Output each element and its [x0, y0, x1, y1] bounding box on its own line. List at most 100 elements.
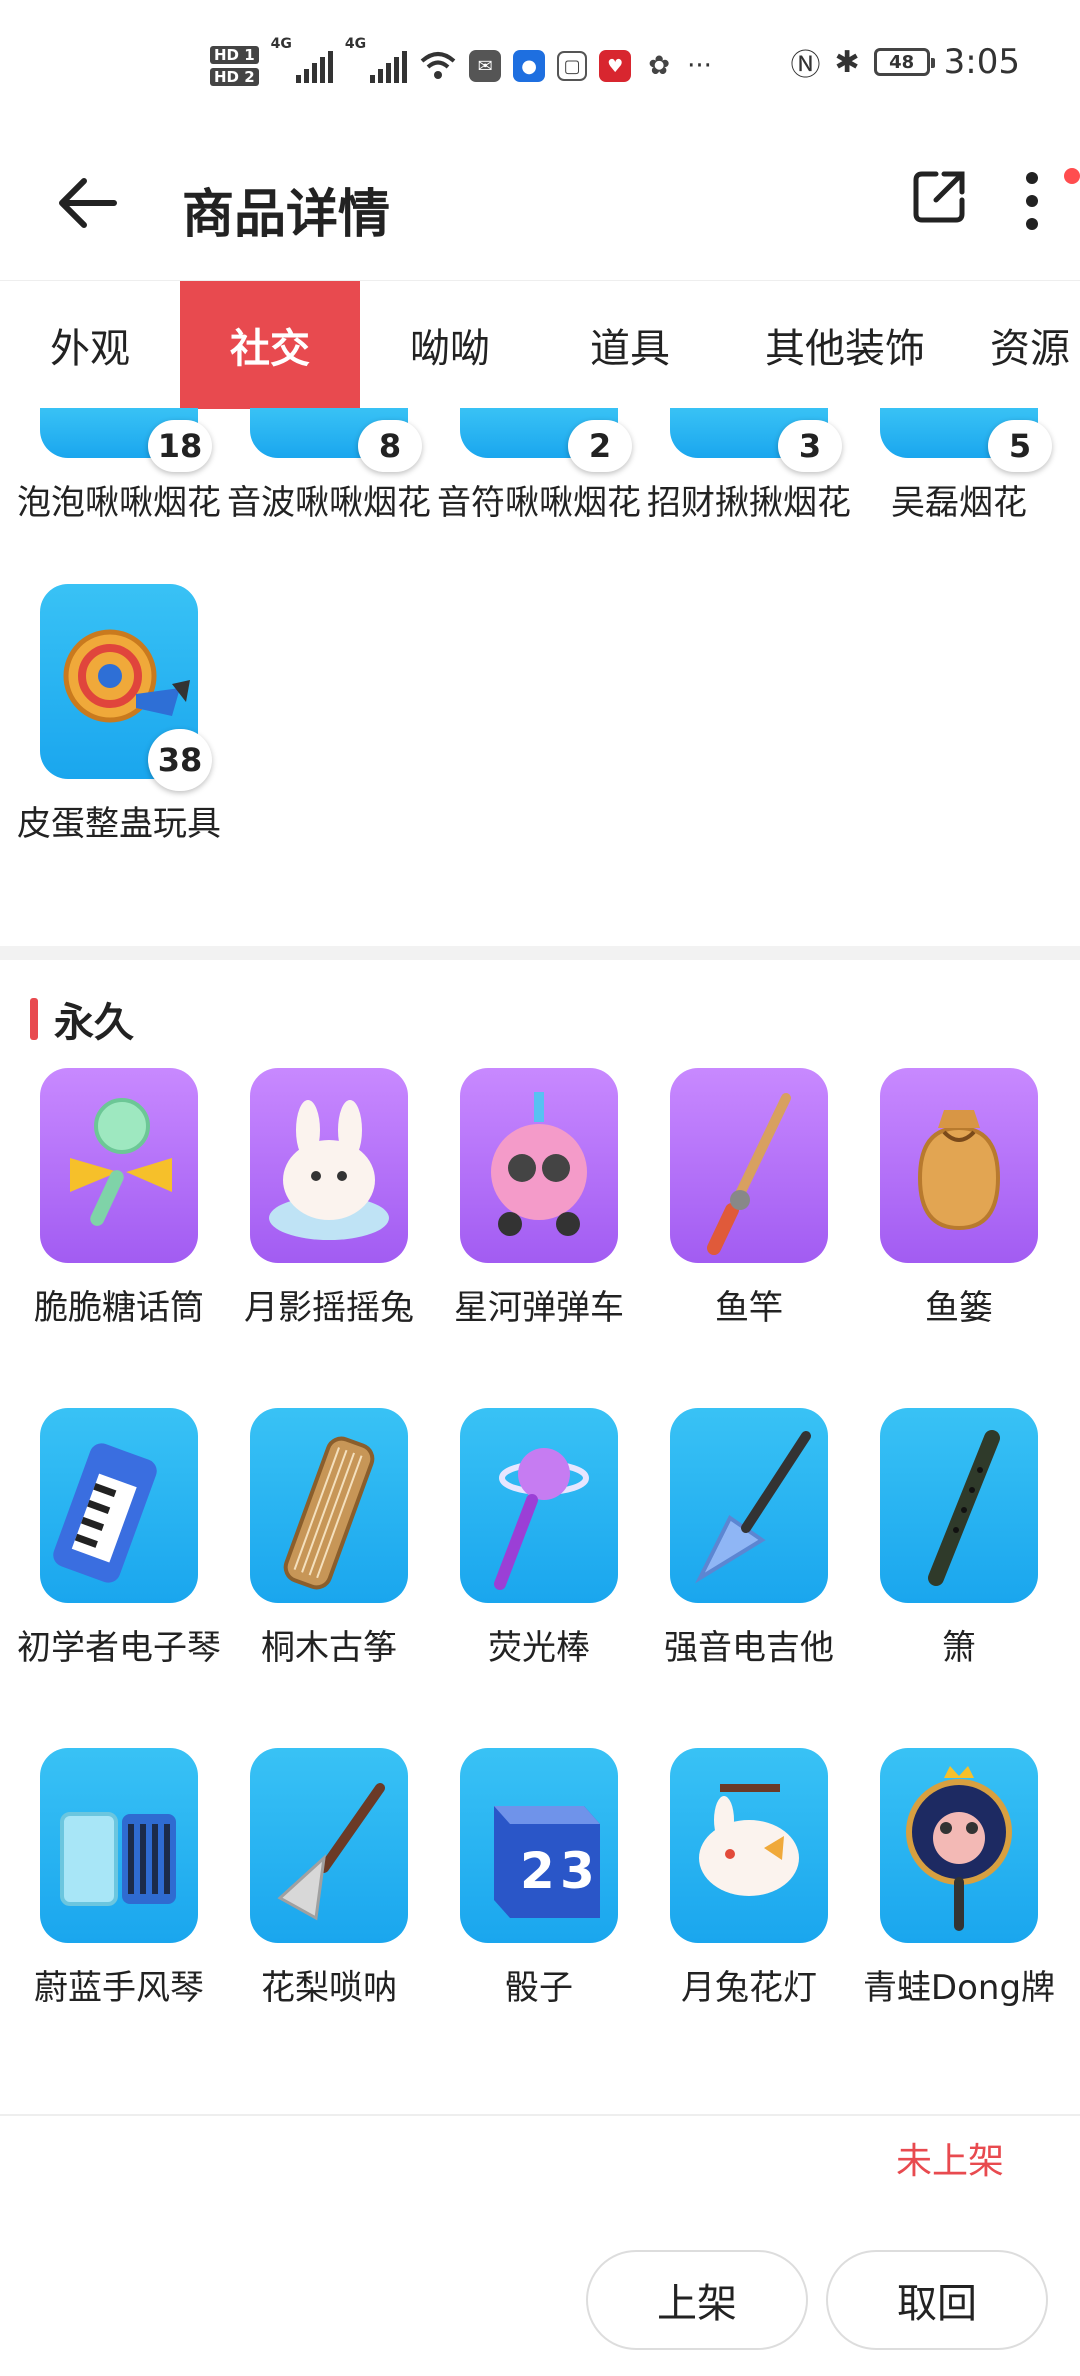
tab-resources[interactable]: 资源 — [970, 281, 1080, 409]
battery-icon: 48 — [873, 48, 935, 76]
item-image — [670, 1068, 828, 1263]
rabbit-icon — [269, 1100, 389, 1240]
item-card[interactable]: 18 泡泡啾啾烟花 — [14, 408, 224, 526]
retrieve-button[interactable]: 取回 — [826, 2250, 1048, 2350]
item-card[interactable]: 鱼篓 — [854, 1068, 1064, 1331]
item-image — [250, 1408, 408, 1603]
item-image — [880, 1408, 1038, 1603]
keyboard-icon — [53, 1443, 157, 1583]
item-card[interactable]: 8 音波啾啾烟花 — [224, 408, 434, 526]
section-separator — [0, 946, 1080, 960]
item-card[interactable]: 38 皮蛋整蛊玩具 — [14, 584, 224, 847]
svg-text:2: 2 — [520, 1842, 555, 1900]
bulb-app-icon: ● — [513, 50, 546, 82]
item-name: 花梨唢呐 — [261, 1968, 397, 2008]
item-card[interactable]: 脆脆糖话筒 — [14, 1068, 224, 1331]
item-image — [40, 1408, 198, 1603]
sim-indicator: HD 1 HD 2 — [210, 46, 259, 86]
notification-dot — [1064, 168, 1080, 184]
more-options-button[interactable] — [1012, 166, 1052, 236]
item-name: 强音电吉他 — [664, 1628, 834, 1668]
mail-app-icon: ✉ — [469, 50, 502, 82]
accordion-icon — [60, 1812, 176, 1906]
title-bar: 商品详情 — [0, 130, 1080, 280]
item-image: 2 3 — [460, 1748, 618, 1943]
tab-props[interactable]: 道具 — [540, 281, 720, 409]
item-name: 荧光棒 — [488, 1628, 590, 1668]
hd1-label: HD 1 — [210, 46, 259, 64]
suona-icon — [277, 1783, 385, 1921]
item-card[interactable]: 蔚蓝手风琴 — [14, 1748, 224, 2011]
item-card[interactable]: 3 招财揪揪烟花 — [644, 408, 854, 526]
item-card[interactable]: 月影摇摇兔 — [224, 1068, 434, 1331]
count-badge: 18 — [148, 420, 212, 472]
item-image — [880, 1068, 1038, 1263]
item-name: 骰子 — [505, 1968, 573, 2008]
item-card[interactable]: 青蛙Dong牌 — [854, 1748, 1064, 2011]
status-bar: HD 1 HD 2 4G 4G ✉ ● ▢ ♥ ✿ ··· Ⓝ ✱ 48 3:0… — [0, 0, 1080, 130]
dice-icon: 2 3 — [494, 1806, 600, 1918]
item-name: 脆脆糖话筒 — [34, 1288, 204, 1328]
item-name: 星河弹弹车 — [454, 1288, 624, 1328]
more-vertical-icon — [1026, 172, 1038, 230]
item-card[interactable]: 月兔花灯 — [644, 1748, 854, 2011]
item-card[interactable]: 鱼竿 — [644, 1068, 854, 1331]
item-card[interactable]: 2 3 骰子 — [434, 1748, 644, 2011]
bluetooth-icon: ✱ — [834, 44, 860, 80]
wechat-icon: ✿ — [648, 51, 671, 81]
item-card[interactable]: 花梨唢呐 — [224, 1748, 434, 2011]
glowstick-icon — [494, 1448, 589, 1590]
copy-app-icon: ▢ — [557, 51, 588, 81]
flute-icon — [928, 1430, 1000, 1586]
item-image — [40, 1748, 198, 1943]
item-card[interactable]: 荧光棒 — [434, 1408, 644, 1671]
item-card[interactable]: 桐木古筝 — [224, 1408, 434, 1671]
microphone-icon — [70, 1098, 172, 1226]
battery-level: 48 — [889, 51, 915, 73]
item-name: 初学者电子琴 — [17, 1628, 221, 1668]
back-arrow-icon — [59, 178, 117, 228]
network-label-2: 4G — [344, 36, 367, 52]
category-tabs: 外观 社交 呦呦 道具 其他装饰 资源 — [0, 280, 1080, 409]
item-name: 青蛙Dong牌 — [862, 1968, 1056, 2008]
item-card[interactable]: 箫 — [854, 1408, 1064, 1671]
back-button[interactable] — [52, 168, 122, 238]
count-badge: 38 — [148, 729, 212, 791]
item-name: 招财揪揪烟花 — [647, 483, 851, 523]
item-card[interactable]: 星河弹弹车 — [434, 1068, 644, 1331]
list-button[interactable]: 上架 — [586, 2250, 808, 2350]
guitar-icon — [695, 1431, 811, 1584]
fish-basket-icon — [917, 1110, 1001, 1231]
page-title: 商品详情 — [182, 185, 391, 245]
section-header-permanent: 永久 — [30, 990, 134, 1048]
tab-youyou[interactable]: 呦呦 — [360, 281, 540, 409]
count-badge: 2 — [568, 420, 632, 472]
tab-social[interactable]: 社交 — [180, 281, 360, 409]
item-name: 皮蛋整蛊玩具 — [17, 804, 221, 844]
tab-appearance[interactable]: 外观 — [0, 281, 180, 409]
share-button[interactable] — [912, 168, 968, 224]
item-image — [250, 1068, 408, 1263]
section-accent-bar — [30, 998, 38, 1040]
item-name: 桐木古筝 — [261, 1628, 397, 1668]
fishing-rod-icon — [707, 1093, 791, 1255]
frog-sign-icon — [906, 1766, 1012, 1931]
item-name: 鱼篓 — [925, 1288, 993, 1328]
item-image: 38 — [40, 584, 212, 791]
item-image: 5 — [880, 408, 1052, 472]
item-name: 蔚蓝手风琴 — [34, 1968, 204, 2008]
item-card[interactable]: 5 吴磊烟花 — [854, 408, 1064, 526]
item-card[interactable]: 强音电吉他 — [644, 1408, 854, 1671]
clock: 3:05 — [943, 42, 1020, 82]
item-card[interactable]: 2 音符啾啾烟花 — [434, 408, 644, 526]
item-name: 箫 — [942, 1628, 976, 1668]
share-icon — [913, 171, 965, 223]
item-card[interactable]: 初学者电子琴 — [14, 1408, 224, 1671]
item-image — [670, 1408, 828, 1603]
count-badge: 8 — [358, 420, 422, 472]
item-image — [670, 1748, 828, 1943]
tab-other-decor[interactable]: 其他装饰 — [720, 281, 970, 409]
item-image: 8 — [250, 408, 422, 472]
signal-icon-2 — [370, 49, 408, 83]
item-name: 音波啾啾烟花 — [227, 483, 431, 523]
